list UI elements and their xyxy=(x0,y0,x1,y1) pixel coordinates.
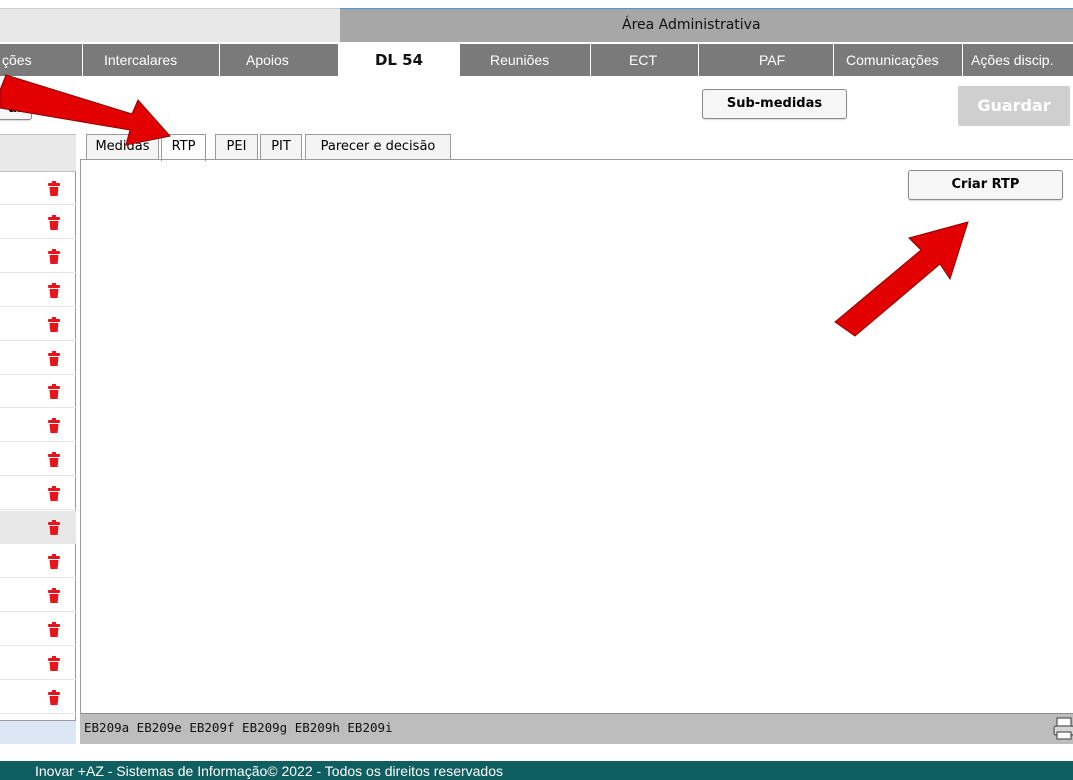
criar-rtp-button[interactable]: Criar RTP xyxy=(908,170,1063,200)
trash-icon[interactable] xyxy=(48,587,60,603)
left-list-panel xyxy=(0,134,76,744)
nav-divider xyxy=(698,44,699,76)
nav-item-partial[interactable]: ções xyxy=(2,44,62,76)
trash-icon[interactable] xyxy=(48,181,60,196)
trash-icon[interactable] xyxy=(48,350,60,366)
trash-icon[interactable] xyxy=(48,316,60,332)
nav-divider xyxy=(590,44,591,76)
trash-icon[interactable] xyxy=(48,452,60,468)
tab-medidas[interactable]: Medidas xyxy=(86,134,159,160)
trash-icon[interactable] xyxy=(48,689,60,705)
list-item[interactable] xyxy=(0,647,76,680)
list-item[interactable] xyxy=(0,375,76,409)
area-title: Área Administrativa xyxy=(622,17,761,33)
list-item[interactable] xyxy=(0,240,76,273)
tab-rtp[interactable]: RTP xyxy=(161,134,206,161)
trash-icon[interactable] xyxy=(48,520,60,535)
nav-item-intercalares[interactable]: Intercalares xyxy=(104,44,177,76)
nav-item-reunioes[interactable]: Reuniões xyxy=(490,44,549,76)
tab-pei[interactable]: PEI xyxy=(215,134,258,160)
trash-icon[interactable] xyxy=(48,418,60,434)
list-item[interactable] xyxy=(0,511,76,544)
trash-icon[interactable] xyxy=(48,282,60,298)
list-item[interactable] xyxy=(0,172,76,205)
trash-icon[interactable] xyxy=(48,486,60,502)
guardar-button[interactable]: Guardar xyxy=(958,86,1070,126)
printer-icon[interactable] xyxy=(1052,716,1073,740)
nav-item-acoes-discip[interactable]: Ações discip. xyxy=(971,44,1053,76)
nav-divider xyxy=(82,44,83,76)
list-item[interactable] xyxy=(0,409,76,443)
list-item[interactable] xyxy=(0,342,76,375)
nav-divider xyxy=(833,44,834,76)
list-item[interactable] xyxy=(0,681,76,714)
list-item[interactable] xyxy=(0,308,76,341)
trash-icon[interactable] xyxy=(48,655,60,671)
left-list-header xyxy=(0,134,76,172)
trash-icon[interactable] xyxy=(48,214,60,230)
trash-icon[interactable] xyxy=(48,248,60,264)
status-codes: EB209a EB209e EB209f EB209g EB209h EB209… xyxy=(84,720,393,735)
list-item[interactable] xyxy=(0,545,76,578)
nav-divider xyxy=(962,44,963,76)
title-bar-left xyxy=(0,8,340,42)
nav-item-dl54[interactable]: DL 54 xyxy=(338,44,460,76)
list-item[interactable] xyxy=(0,579,76,612)
nav-divider xyxy=(219,44,220,76)
list-item[interactable] xyxy=(0,477,76,511)
list-item[interactable] xyxy=(0,206,76,239)
list-item[interactable] xyxy=(0,443,76,477)
nav-item-apoios[interactable]: Apoios xyxy=(246,44,289,76)
list-item[interactable] xyxy=(0,613,76,646)
left-action-button[interactable]: ar xyxy=(0,97,32,120)
trash-icon[interactable] xyxy=(48,621,60,637)
tab-pit[interactable]: PIT xyxy=(260,134,302,160)
trash-icon[interactable] xyxy=(48,384,60,400)
main-nav: ções Intercalares Apoios DL 54 Reuniões … xyxy=(0,44,1073,76)
nav-item-paf[interactable]: PAF xyxy=(759,44,785,76)
nav-item-comunicacoes[interactable]: Comunicações xyxy=(846,44,939,76)
nav-item-ect[interactable]: ECT xyxy=(629,44,657,76)
list-item[interactable] xyxy=(0,274,76,307)
trash-icon[interactable] xyxy=(48,553,60,569)
left-list-footer xyxy=(0,720,76,744)
tab-parecer-decisao[interactable]: Parecer e decisão xyxy=(305,134,451,160)
submedidas-button[interactable]: Sub-medidas xyxy=(702,89,847,119)
footer-copyright: Inovar +AZ - Sistemas de Informação© 202… xyxy=(35,763,504,779)
rtp-content-panel xyxy=(80,159,1073,744)
